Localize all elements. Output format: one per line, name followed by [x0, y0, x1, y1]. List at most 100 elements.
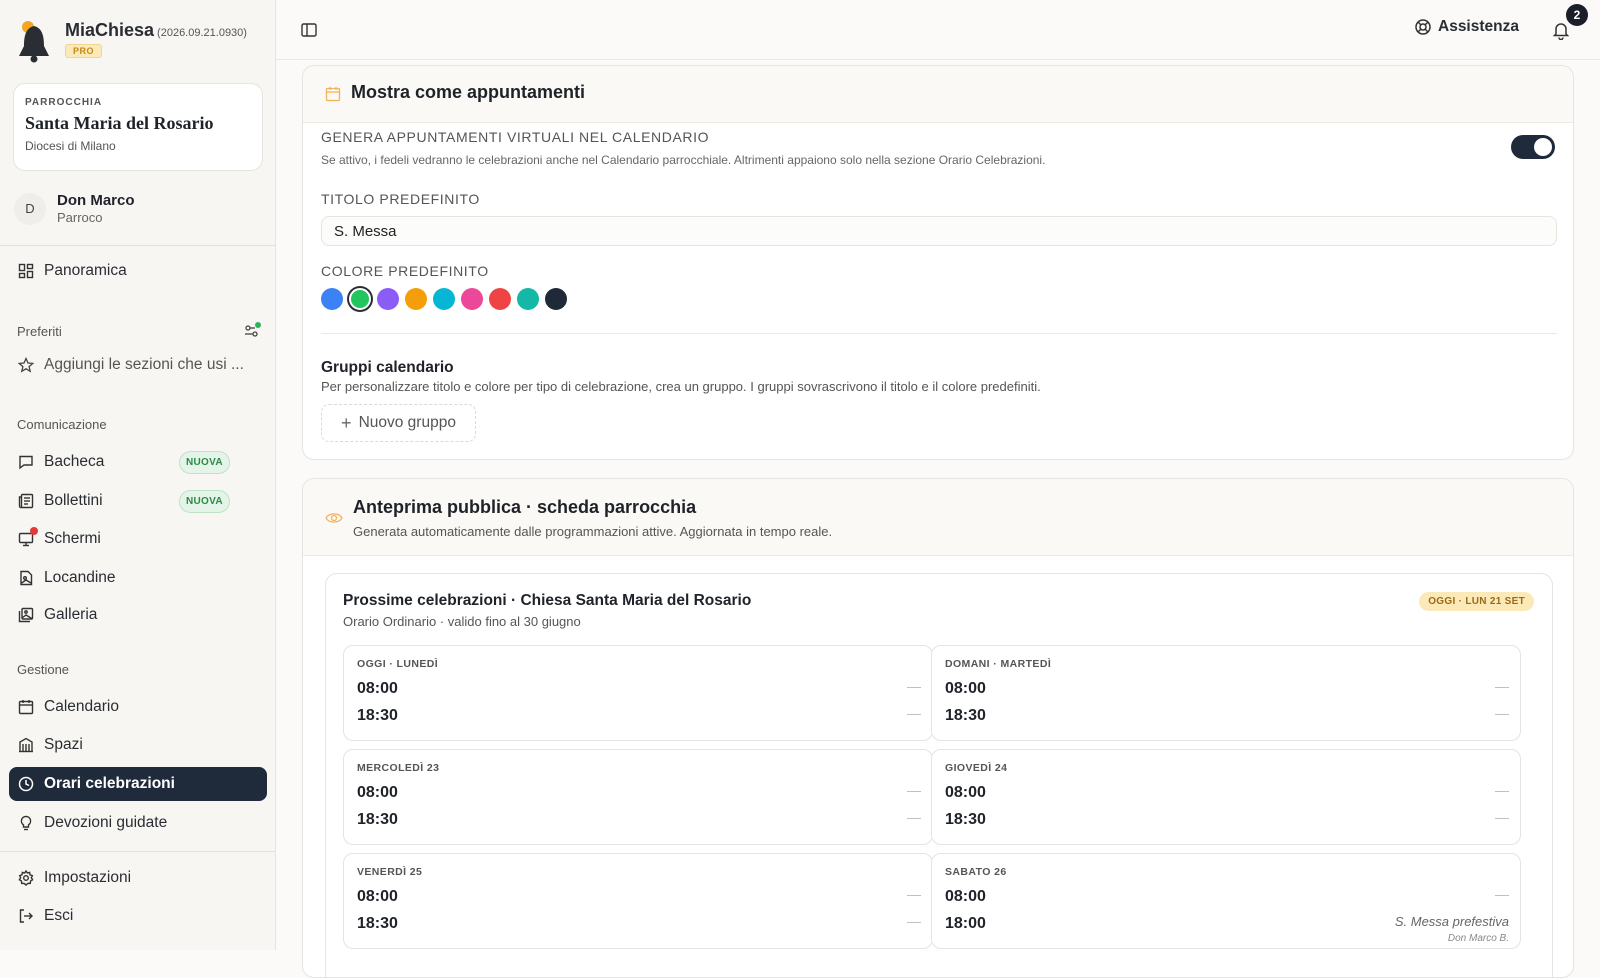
building-icon	[17, 736, 35, 754]
sidebar-item-label: Calendario	[44, 698, 119, 715]
time-slot: 08:00 —	[357, 886, 921, 910]
sidebar-toggle-icon[interactable]	[300, 21, 318, 39]
day-label: MERCOLEDÌ 23	[357, 762, 440, 774]
favorites-add-hint[interactable]: Aggiungi le sezioni che usi ...	[9, 348, 267, 382]
color-swatch[interactable]	[321, 288, 343, 310]
virtual-appointments-toggle[interactable]	[1511, 135, 1555, 159]
color-swatches	[321, 288, 573, 310]
color-swatch[interactable]	[489, 288, 511, 310]
color-swatch[interactable]	[349, 288, 371, 310]
day-label: VENERDÌ 25	[357, 866, 423, 878]
color-swatch[interactable]	[433, 288, 455, 310]
alert-dot	[30, 527, 38, 535]
message-square-icon	[17, 453, 35, 471]
time-slot: 08:00 —	[357, 678, 921, 702]
slot-note: —	[1495, 678, 1509, 694]
slot-time: 08:00	[945, 888, 986, 905]
section-divider	[321, 333, 1557, 334]
today-badge: OGGI · LUN 21 SET	[1419, 592, 1534, 611]
brand[interactable]: MiaChiesa (2026.09.21.0930) PRO	[16, 20, 247, 64]
user-role: Parroco	[57, 210, 103, 225]
dashboard-icon	[17, 262, 35, 280]
time-slot: 08:00 —	[945, 886, 1509, 910]
sidebar-item-label: Orari celebrazioni	[44, 775, 175, 792]
groups-title: Gruppi calendario	[321, 359, 454, 376]
slot-note: —	[1495, 705, 1509, 721]
color-swatch[interactable]	[517, 288, 539, 310]
gear-icon	[17, 869, 35, 887]
slot-note: —	[907, 886, 921, 902]
user-profile[interactable]: D Don Marco Parroco	[14, 192, 135, 225]
new-group-button[interactable]: + Nuovo gruppo	[321, 404, 476, 442]
sidebar-item-calendario[interactable]: Calendario	[9, 690, 267, 724]
color-swatch[interactable]	[377, 288, 399, 310]
sidebar-item-spazi[interactable]: Spazi	[9, 728, 267, 762]
time-slot: 18:30 —	[357, 913, 921, 937]
slot-time: 08:00	[945, 784, 986, 801]
slot-note: —	[907, 809, 921, 825]
sidebar-item-label: Panoramica	[44, 262, 127, 279]
color-swatch[interactable]	[405, 288, 427, 310]
sidebar-item-label: Impostazioni	[44, 869, 132, 886]
clock-icon	[17, 775, 35, 793]
default-title-input[interactable]: S. Messa	[321, 216, 1557, 246]
parish-kicker: PARROCCHIA	[25, 97, 103, 108]
appointments-title: Mostra come appuntamenti	[351, 82, 586, 102]
help-button[interactable]: Assistenza	[1414, 18, 1519, 36]
sidebar-item-schermi[interactable]: Schermi	[9, 522, 267, 556]
day-label: SABATO 26	[945, 866, 1007, 878]
sidebar-item-label: Devozioni guidate	[44, 814, 168, 831]
day-card: SABATO 26 08:00 — 18:00 S. Messa prefestiva D…	[931, 853, 1521, 949]
sidebar-item-impostazioni[interactable]: Impostazioni	[9, 861, 267, 895]
sidebar-item-label: Spazi	[44, 736, 83, 753]
schedule-subtitle: Orario Ordinario · valido fino al 30 giu…	[343, 614, 581, 629]
plan-badge: PRO	[65, 44, 103, 58]
sidebar-item-label: Locandine	[44, 569, 116, 586]
color-swatch[interactable]	[461, 288, 483, 310]
favorites-settings-icon[interactable]	[243, 322, 261, 340]
time-slot: 08:00 —	[945, 782, 1509, 806]
preview-schedule: Prossime celebrazioni · Chiesa Santa Mar…	[325, 573, 1553, 977]
newspaper-icon	[17, 492, 35, 510]
sidebar-item-galleria[interactable]: Galleria	[9, 598, 267, 632]
sidebar-item-panoramica[interactable]: Panoramica	[9, 254, 267, 288]
monitor-icon	[17, 527, 38, 548]
slot-note: —	[907, 705, 921, 721]
calendar-icon	[17, 698, 35, 716]
time-slot: 18:00 S. Messa prefestiva Don Marco B.	[945, 914, 1509, 944]
color-swatch[interactable]	[545, 288, 567, 310]
slot-note: —	[1495, 782, 1509, 798]
slot-time: 08:00	[357, 784, 398, 801]
schedule-title: Prossime celebrazioni · Chiesa Santa Mar…	[343, 592, 752, 609]
parish-card[interactable]: PARROCCHIA Santa Maria del Rosario Dioce…	[13, 83, 263, 171]
sidebar-item-label: Bollettini	[44, 492, 103, 509]
sidebar-item-orari-celebrazioni[interactable]: Orari celebrazioni	[9, 767, 267, 801]
groups-desc: Per personalizzare titolo e colore per t…	[321, 379, 1041, 394]
slot-celebrant: Don Marco B.	[1447, 933, 1509, 944]
sidebar-item-devozioni-guidate[interactable]: Devozioni guidate	[9, 806, 267, 840]
slot-time: 18:30	[945, 811, 986, 828]
default-color-label: COLORE PREDEFINITO	[321, 263, 489, 279]
sidebar-item-locandine[interactable]: Locandine	[9, 561, 267, 595]
slot-time: 18:30	[357, 707, 398, 724]
management-label: Gestione	[17, 662, 70, 677]
favorites-label: Preferiti	[17, 324, 62, 339]
calendar-icon	[325, 87, 341, 102]
sidebar-item-bacheca[interactable]: Bacheca NUOVA	[9, 445, 267, 479]
slot-note: S. Messa prefestiva	[1394, 914, 1509, 929]
bell-logo-icon	[16, 20, 52, 64]
avatar: D	[14, 192, 46, 225]
preview-subtitle: Generata automaticamente dalle programma…	[353, 524, 833, 539]
public-preview-card: Anteprima pubblica · scheda parrocchia G…	[302, 478, 1574, 978]
virtual-appointments-label: GENERA APPUNTAMENTI VIRTUALI NEL CALENDA…	[321, 129, 710, 145]
default-title-label: TITOLO PREDEFINITO	[321, 191, 480, 207]
sidebar-divider	[0, 245, 275, 246]
sidebar-item-bollettini[interactable]: Bollettini NUOVA	[9, 484, 267, 518]
time-slot: 18:30 —	[945, 809, 1509, 833]
sidebar-item-label: Bacheca	[44, 453, 105, 470]
sidebar-item-esci[interactable]: Esci	[9, 899, 267, 933]
parish-name: Santa Maria del Rosario	[25, 113, 214, 133]
notification-count: 2	[1566, 4, 1588, 26]
sidebar: MiaChiesa (2026.09.21.0930) PRO PARROCCHI…	[0, 0, 276, 950]
slot-note: —	[907, 913, 921, 929]
